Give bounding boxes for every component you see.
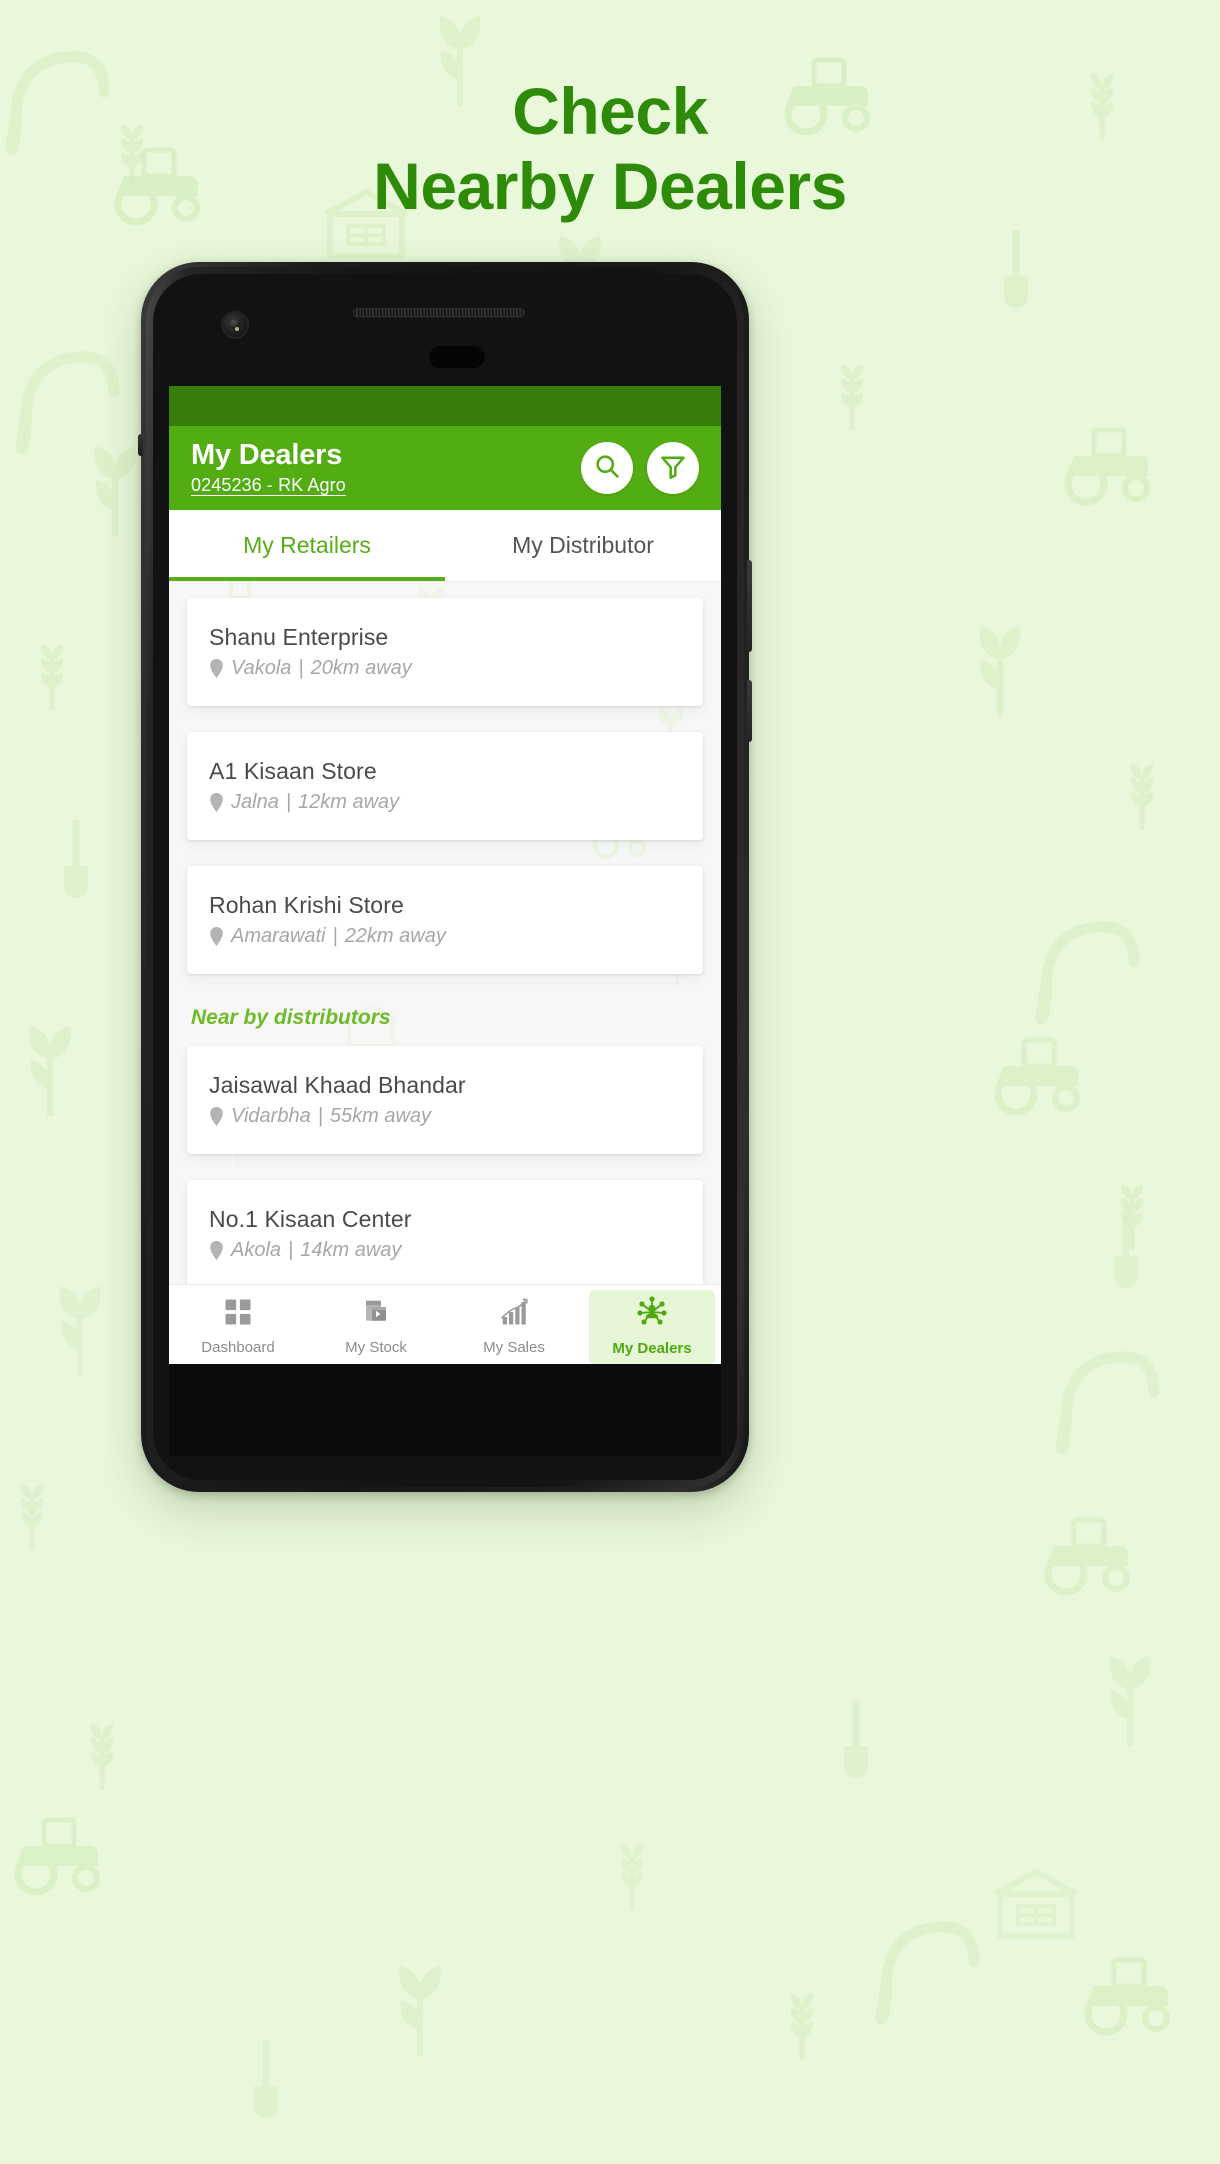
dealer-location: Vidarbha [231,1105,311,1127]
earpiece-speaker [353,308,525,317]
dealer-location: Amarawati [231,925,326,947]
bar-chart-icon [499,1297,529,1332]
headline-line-1: Check [512,74,708,148]
dealer-card[interactable]: A1 Kisaan Store Jalna | 12km away [187,732,703,840]
dealer-list[interactable]: Shanu Enterprise Vakola | 20km away A1 K… [169,582,721,1284]
filter-icon [659,452,687,485]
distributor-card[interactable]: No.1 Kisaan Center Akola | 14km away [187,1180,703,1284]
dealer-meta: Vakola | 20km away [209,657,681,680]
nav-item-my-dealers-label: My Dealers [612,1340,692,1357]
phone-bottom-chin [169,1364,721,1456]
dealer-location: Jalna [231,791,279,813]
page-title: My Dealers [191,438,343,471]
bottom-navigation-bar: Dashboard My Stock My Sales My Dealers [169,1284,721,1364]
dealer-meta: Jalna | 12km away [209,791,681,814]
tab-my-distributor-label: My Distributor [512,532,654,558]
tab-my-distributor[interactable]: My Distributor [445,510,721,581]
power-button[interactable] [747,680,752,742]
search-icon [593,452,621,485]
dealer-distance: 14km away [300,1239,402,1261]
app-bar-titles: My Dealers 0245236 - RK Agro [191,438,346,497]
tab-my-retailers[interactable]: My Retailers [169,510,445,581]
dealer-name: Rohan Krishi Store [209,892,404,918]
section-header-nearby-distributors: Near by distributors [191,1006,391,1029]
tab-my-retailers-label: My Retailers [243,532,371,558]
dealer-separator: | [317,1105,323,1127]
phone-screen: My Dealers 0245236 - RK Agro My Retailer… [169,386,721,1364]
nav-item-dashboard-label: Dashboard [201,1339,275,1356]
grid-icon [223,1297,253,1332]
dealer-meta: Akola | 14km away [209,1239,681,1262]
location-pin-icon [209,659,224,678]
proximity-sensor [429,346,485,368]
dealer-separator: | [298,657,304,679]
left-side-button[interactable] [138,434,143,456]
account-link[interactable]: 0245236 - RK Agro [191,475,346,496]
dealer-separator: | [288,1239,294,1261]
volume-button[interactable] [747,560,752,652]
dealer-distance: 22km away [344,925,446,947]
nav-item-dashboard[interactable]: Dashboard [175,1290,301,1364]
headline-line-2: Nearby Dealers [373,149,847,224]
promo-page: Check Nearby Dealers My Dealers 0245236 … [0,0,1220,2164]
dealer-name: Jaisawal Khaad Bhandar [209,1072,466,1098]
dealer-card[interactable]: Rohan Krishi Store Amarawati | 22km away [187,866,703,974]
dealer-location: Akola [231,1239,282,1261]
app-bar-actions [581,442,699,494]
tab-bar: My Retailers My Distributor [169,510,721,582]
dealer-distance: 20km away [310,657,412,679]
nav-item-my-stock[interactable]: My Stock [313,1290,439,1364]
distributor-card[interactable]: Jaisawal Khaad Bhandar Vidarbha | 55km a… [187,1046,703,1154]
dealer-separator: | [285,791,292,813]
nav-item-my-sales[interactable]: My Sales [451,1290,577,1364]
location-pin-icon [209,793,224,812]
location-pin-icon [209,1107,224,1126]
page-headline: Check Nearby Dealers [0,77,1220,224]
location-pin-icon [209,927,224,946]
dealer-name: A1 Kisaan Store [209,758,377,784]
dealer-location: Vakola [231,657,292,679]
dealer-separator: | [332,925,338,947]
dealer-meta: Vidarbha | 55km away [209,1105,681,1128]
dealer-name: Shanu Enterprise [209,624,389,650]
nav-item-my-dealers[interactable]: My Dealers [589,1289,715,1364]
status-bar [169,386,721,426]
phone-mockup: My Dealers 0245236 - RK Agro My Retailer… [138,262,752,1492]
app-bar: My Dealers 0245236 - RK Agro [169,426,721,510]
dealer-card[interactable]: Shanu Enterprise Vakola | 20km away [187,598,703,706]
dealer-distance: 55km away [329,1105,432,1127]
nav-item-my-stock-label: My Stock [345,1339,407,1356]
network-nodes-icon [636,1296,668,1333]
nav-item-my-sales-label: My Sales [483,1339,545,1356]
location-pin-icon [209,1241,224,1260]
dealer-meta: Amarawati | 22km away [209,925,681,948]
search-button[interactable] [581,442,633,494]
dealer-distance: 12km away [298,791,400,813]
box-icon [361,1297,391,1332]
dealer-name: No.1 Kisaan Center [209,1206,412,1232]
front-camera-icon [221,311,249,339]
filter-button[interactable] [647,442,699,494]
